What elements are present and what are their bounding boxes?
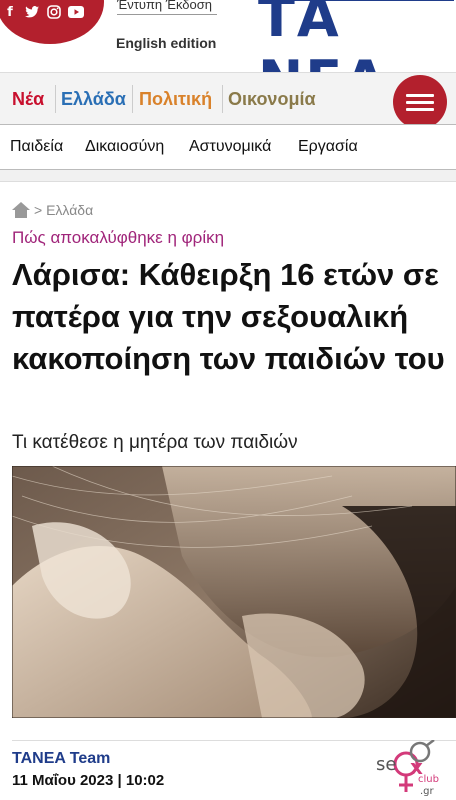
nav-item-ellada[interactable]: Ελλάδα bbox=[61, 89, 126, 110]
hamburger-icon bbox=[406, 100, 434, 104]
subnav-item-astynomika[interactable]: Αστυνομικά bbox=[189, 138, 271, 156]
breadcrumb-section[interactable]: > Ελλάδα bbox=[34, 202, 93, 218]
section-divider bbox=[0, 170, 456, 182]
youtube-icon[interactable] bbox=[68, 4, 84, 20]
nav-item-label: Πολιτική bbox=[139, 89, 213, 109]
subnav-item-dikaiosyni[interactable]: Δικαιοσύνη bbox=[85, 138, 164, 156]
menu-button[interactable] bbox=[393, 75, 447, 129]
nav-divider bbox=[132, 85, 133, 113]
nav-divider bbox=[55, 85, 56, 113]
nav-item-nea[interactable]: Νέα bbox=[12, 89, 44, 110]
sub-nav: Παιδεία Δικαιοσύνη Αστυνομικά Εργασία bbox=[0, 124, 456, 170]
hamburger-icon bbox=[406, 107, 434, 111]
article-headline: Λάρισα: Κάθειρξη 16 ετών σε πατέρα για τ… bbox=[12, 257, 445, 376]
nav-item-label: Ελλάδα bbox=[61, 89, 126, 109]
article-subtitle: Τι κατέθεσε η μητέρα των παιδιών bbox=[12, 432, 298, 453]
ad-text: se bbox=[376, 754, 396, 775]
print-edition-link[interactable]: Έντυπη Έκδοση bbox=[117, 0, 217, 15]
article-date: 11 Μαΐου 2023 | 10:02 bbox=[12, 772, 165, 789]
social-links: f bbox=[2, 4, 84, 20]
subnav-item-paideia[interactable]: Παιδεία bbox=[10, 138, 63, 156]
instagram-icon[interactable] bbox=[46, 4, 62, 20]
article-kicker: Πώς αποκαλύφθηκε η φρίκη bbox=[12, 228, 225, 247]
nav-item-politiki[interactable]: Πολιτική bbox=[139, 89, 212, 110]
ad-text: .gr bbox=[420, 786, 435, 797]
home-icon[interactable] bbox=[12, 202, 30, 218]
site-header: f Έντυπη Έκδοση English edition ΤΑ ΝΕΑ bbox=[0, 0, 456, 112]
twitter-icon[interactable] bbox=[24, 4, 40, 20]
hamburger-icon bbox=[406, 93, 434, 97]
article-author[interactable]: TANEA Team bbox=[12, 750, 110, 768]
ad-text: club bbox=[418, 774, 439, 785]
subnav-item-ergasia[interactable]: Εργασία bbox=[298, 138, 358, 156]
category-nav: Νέα Ελλάδα Πολιτική Οικονομία bbox=[0, 72, 456, 129]
nav-item-label: Οικονομία bbox=[228, 89, 316, 109]
nav-item-label: Νέα bbox=[12, 89, 45, 109]
nav-item-oikonomia[interactable]: Οικονομία bbox=[228, 89, 316, 110]
ad-logo[interactable]: se x club .gr bbox=[376, 739, 442, 800]
article-photo bbox=[12, 466, 456, 718]
nav-divider bbox=[222, 85, 223, 113]
english-edition-link[interactable]: English edition bbox=[116, 35, 216, 51]
facebook-icon[interactable]: f bbox=[2, 4, 18, 20]
breadcrumb: > Ελλάδα bbox=[12, 202, 93, 218]
